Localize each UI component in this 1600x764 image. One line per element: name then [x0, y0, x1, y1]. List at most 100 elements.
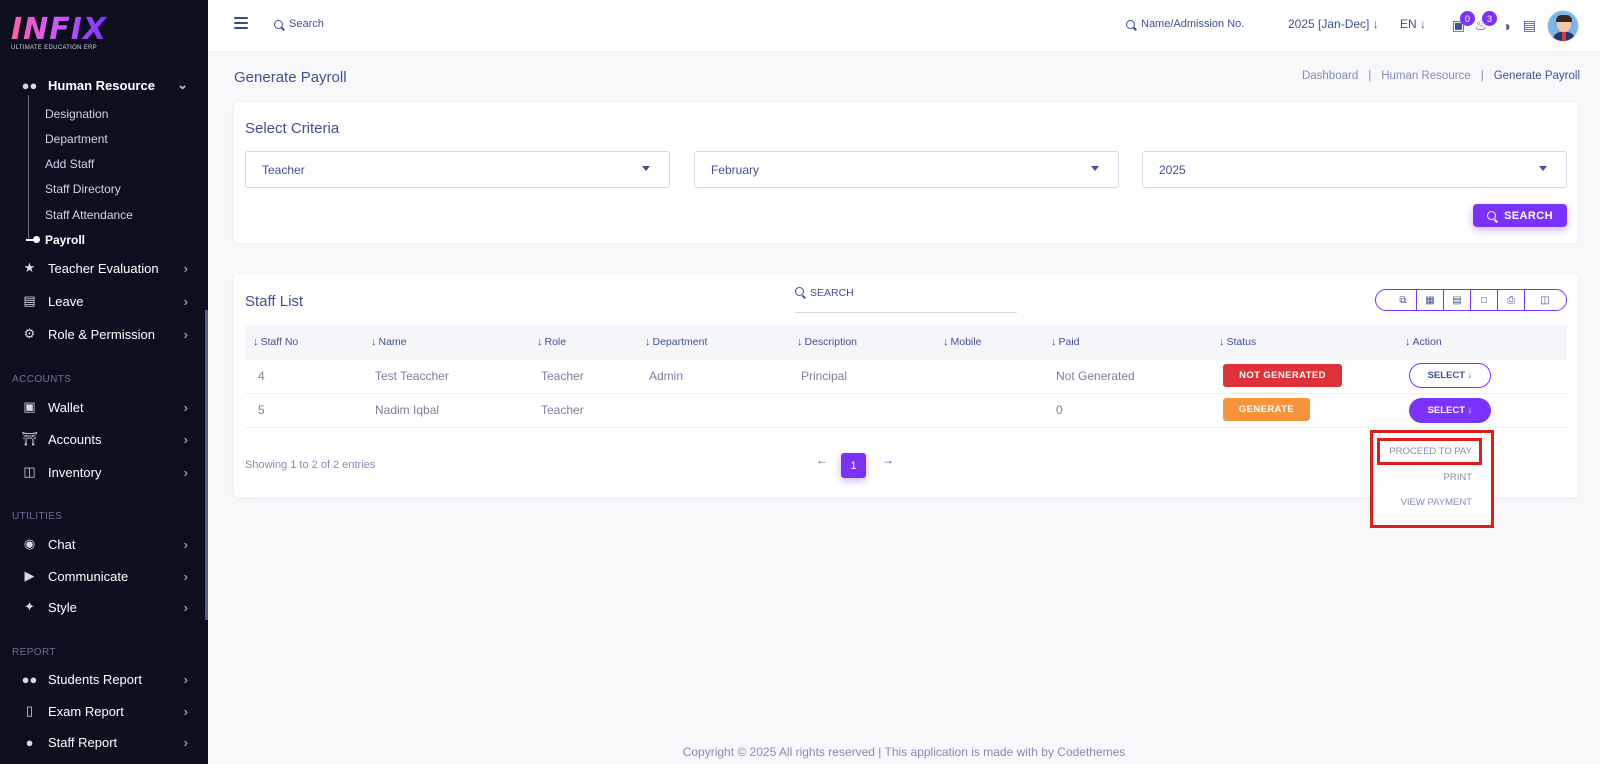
sidebar-subitem-department[interactable]: Department — [45, 132, 108, 146]
website-button[interactable]: ◑ — [1498, 17, 1515, 34]
caret-down-icon — [1539, 166, 1547, 171]
columns-button[interactable]: ◫ — [1525, 289, 1565, 311]
search-button[interactable]: SEARCH — [1473, 204, 1567, 227]
sort-arrow-icon: ↓ — [371, 336, 377, 348]
cell-role: Teacher — [541, 369, 584, 383]
generate-button[interactable]: GENERATE — [1223, 398, 1310, 421]
sidebar-item-role-permission[interactable]: ⚙ Role & Permission › — [0, 319, 208, 349]
menu-item-print[interactable]: PRINT — [1444, 472, 1473, 483]
sidebar-item-label: Chat — [48, 536, 76, 552]
caret-down-icon — [642, 166, 650, 171]
chevron-right-icon: › — [183, 431, 188, 447]
chevron-right-icon: › — [183, 703, 188, 719]
column-label: Role — [544, 336, 567, 348]
breadcrumb-human-resource[interactable]: Human Resource — [1381, 70, 1470, 82]
excel-button[interactable]: ▦ — [1417, 289, 1444, 311]
admission-search[interactable]: Name/Admission No. — [1126, 18, 1244, 30]
sidebar-item-style[interactable]: ✦ Style › — [0, 592, 208, 622]
export-buttons: ⧉ ▦ ▤ □ ⎙ ◫ — [1375, 289, 1567, 311]
sidebar-item-human-resource[interactable]: ●● Human Resource ⌄ — [0, 70, 208, 100]
logo[interactable]: INFIX ULTIMATE EDUCATION ERP — [11, 12, 107, 51]
sidebar-subitem-designation[interactable]: Designation — [45, 107, 108, 121]
sidebar-item-teacher-evaluation[interactable]: ★ Teacher Evaluation › — [0, 253, 208, 283]
select-button[interactable]: SELECT ↓ — [1409, 363, 1491, 388]
month-select[interactable]: February — [694, 151, 1119, 188]
cell-staff-no: 4 — [258, 369, 265, 383]
column-mobile[interactable]: ↓ Mobile — [943, 336, 981, 348]
column-role[interactable]: ↓ Role — [537, 336, 566, 348]
role-select[interactable]: Teacher — [245, 151, 670, 188]
sidebar-item-students-report[interactable]: ●● Students Report › — [0, 664, 208, 694]
chevron-right-icon: › — [183, 260, 188, 276]
sidebar-subitem-add-staff[interactable]: Add Staff — [45, 157, 94, 171]
print-button[interactable]: ⎙ — [1498, 289, 1525, 311]
sidebar-item-chat[interactable]: ◉ Chat › — [0, 529, 208, 559]
academic-year-value: 2025 [Jan-Dec] — [1288, 17, 1370, 31]
sidebar-subitem-payroll[interactable]: Payroll — [45, 233, 85, 247]
select-button-label: SELECT — [1427, 370, 1466, 381]
chevron-right-icon: › — [183, 326, 188, 342]
next-page-icon[interactable]: → — [882, 453, 894, 467]
report-button[interactable]: ▤ — [1521, 17, 1538, 34]
column-label: Mobile — [950, 336, 982, 348]
notification-button[interactable]: ♨ 3 — [1472, 11, 1497, 34]
column-label: Department — [652, 336, 708, 348]
breadcrumb-current: Generate Payroll — [1493, 70, 1580, 82]
page-button-current[interactable]: 1 — [841, 453, 866, 478]
chevron-right-icon: › — [183, 734, 188, 750]
search-button-label: SEARCH — [1504, 209, 1553, 222]
criteria-title: Select Criteria — [245, 120, 340, 137]
column-status[interactable]: ↓ Status — [1219, 336, 1256, 348]
wallet-icon: ▣ — [23, 399, 36, 414]
cell-paid: Not Generated — [1056, 369, 1135, 383]
header-search[interactable]: Search — [274, 18, 324, 30]
column-description[interactable]: ↓ Description — [797, 336, 857, 348]
sidebar-item-label: Accounts — [48, 431, 102, 447]
academic-year-select[interactable]: 2025 [Jan-Dec] ↓ — [1288, 17, 1379, 31]
chevron-right-icon: › — [183, 293, 188, 309]
chevron-right-icon: › — [183, 599, 188, 615]
sidebar-item-wallet[interactable]: ▣ Wallet › — [0, 392, 208, 422]
caret-down-icon — [1091, 166, 1099, 171]
pdf-icon: □ — [1480, 294, 1488, 306]
select-button-active[interactable]: SELECT ↓ — [1409, 398, 1491, 423]
column-name[interactable]: ↓ Name — [371, 336, 407, 348]
chat-button[interactable]: ▣ 0 — [1450, 11, 1475, 34]
sidebar-item-accounts[interactable]: ⛩ Accounts › — [0, 424, 208, 454]
sidebar-item-leave[interactable]: ▤ Leave › — [0, 286, 208, 316]
sidebar-item-staff-report[interactable]: ● Staff Report › — [0, 727, 208, 757]
year-select[interactable]: 2025 — [1142, 151, 1567, 188]
bank-icon: ⛩ — [21, 431, 38, 446]
active-indicator-dot — [33, 236, 40, 243]
csv-button[interactable]: ▤ — [1444, 289, 1471, 311]
month-select-value: February — [711, 162, 760, 177]
not-generated-button[interactable]: NOT GENERATED — [1223, 364, 1342, 387]
column-staff-no[interactable]: ↓ Staff No — [253, 336, 298, 348]
menu-item-proceed-to-pay[interactable]: PROCEED TO PAY — [1389, 446, 1472, 457]
sort-arrow-icon: ↓ — [645, 336, 651, 348]
showing-entries: Showing 1 to 2 of 2 entries — [245, 459, 376, 471]
sidebar-item-exam-report[interactable]: ▯ Exam Report › — [0, 696, 208, 726]
copy-button[interactable]: ⧉ — [1390, 289, 1417, 311]
sidebar-item-label: Leave — [48, 293, 84, 309]
column-label: Paid — [1058, 336, 1080, 348]
search-icon — [1126, 19, 1135, 29]
sort-arrow-icon: ↓ — [943, 336, 949, 348]
column-paid[interactable]: ↓ Paid — [1051, 336, 1080, 348]
sidebar-subitem-staff-directory[interactable]: Staff Directory — [45, 182, 121, 196]
sidebar-subitem-staff-attendance[interactable]: Staff Attendance — [45, 208, 133, 222]
users-icon: ●● — [21, 77, 38, 93]
column-department[interactable]: ↓ Department — [645, 336, 707, 348]
language-select[interactable]: EN ↓ — [1400, 17, 1426, 31]
menu-item-view-payment[interactable]: VIEW PAYMENT — [1401, 497, 1472, 508]
table-search-input[interactable]: SEARCH — [795, 287, 1017, 313]
prev-page-icon[interactable]: ← — [816, 453, 828, 467]
column-action[interactable]: ↓ Action — [1405, 336, 1442, 348]
breadcrumb-dashboard[interactable]: Dashboard — [1302, 70, 1358, 82]
menu-toggle-icon[interactable] — [234, 17, 248, 31]
sidebar-item-inventory[interactable]: ◫ Inventory › — [0, 457, 208, 487]
sidebar-scrollbar[interactable] — [205, 310, 208, 620]
pdf-button[interactable]: □ — [1471, 289, 1498, 311]
sidebar-item-communicate[interactable]: ▶ Communicate › — [0, 561, 208, 591]
avatar[interactable] — [1547, 10, 1579, 42]
